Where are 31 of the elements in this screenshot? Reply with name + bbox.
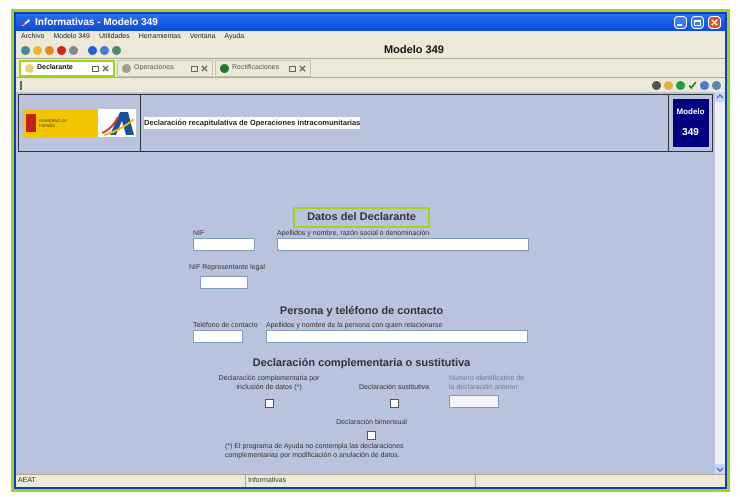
input-field[interactable] <box>200 276 248 288</box>
input-field[interactable] <box>277 238 529 250</box>
agency-logo <box>98 109 136 137</box>
scroll-down-icon[interactable] <box>715 464 725 474</box>
checkbox[interactable] <box>367 430 376 440</box>
close-icon[interactable] <box>102 65 109 72</box>
input-field[interactable] <box>266 330 528 343</box>
tab-icon <box>220 64 229 73</box>
window-title: Informativas - Modelo 349 <box>35 16 158 30</box>
minimize-icon[interactable] <box>674 16 687 29</box>
input-field[interactable] <box>193 330 243 343</box>
tab-icon <box>25 64 34 73</box>
scroll-up-icon[interactable] <box>715 92 725 102</box>
app-logo-icon <box>20 18 31 27</box>
window-icon[interactable] <box>191 66 198 72</box>
model-badge: Modelo 349 <box>672 99 708 147</box>
section-title: Persona y teléfono de contacto <box>278 304 444 318</box>
window-icon[interactable] <box>92 66 99 72</box>
window-icon[interactable] <box>289 66 296 72</box>
check-icon[interactable] <box>688 80 697 90</box>
maximize-icon[interactable] <box>691 16 704 29</box>
scrollbar[interactable] <box>715 92 725 474</box>
checkbox[interactable] <box>264 398 274 408</box>
close-icon[interactable] <box>299 65 306 72</box>
section-title: Datos del Declarante <box>293 207 430 228</box>
toolbar-title: Modelo 349 <box>384 43 444 58</box>
checkbox[interactable] <box>390 398 398 408</box>
tab-icon <box>122 64 131 73</box>
input-field[interactable] <box>193 238 255 250</box>
section-title: Declaración complementaria o sustitutiva <box>252 356 472 371</box>
close-icon[interactable] <box>201 65 208 72</box>
